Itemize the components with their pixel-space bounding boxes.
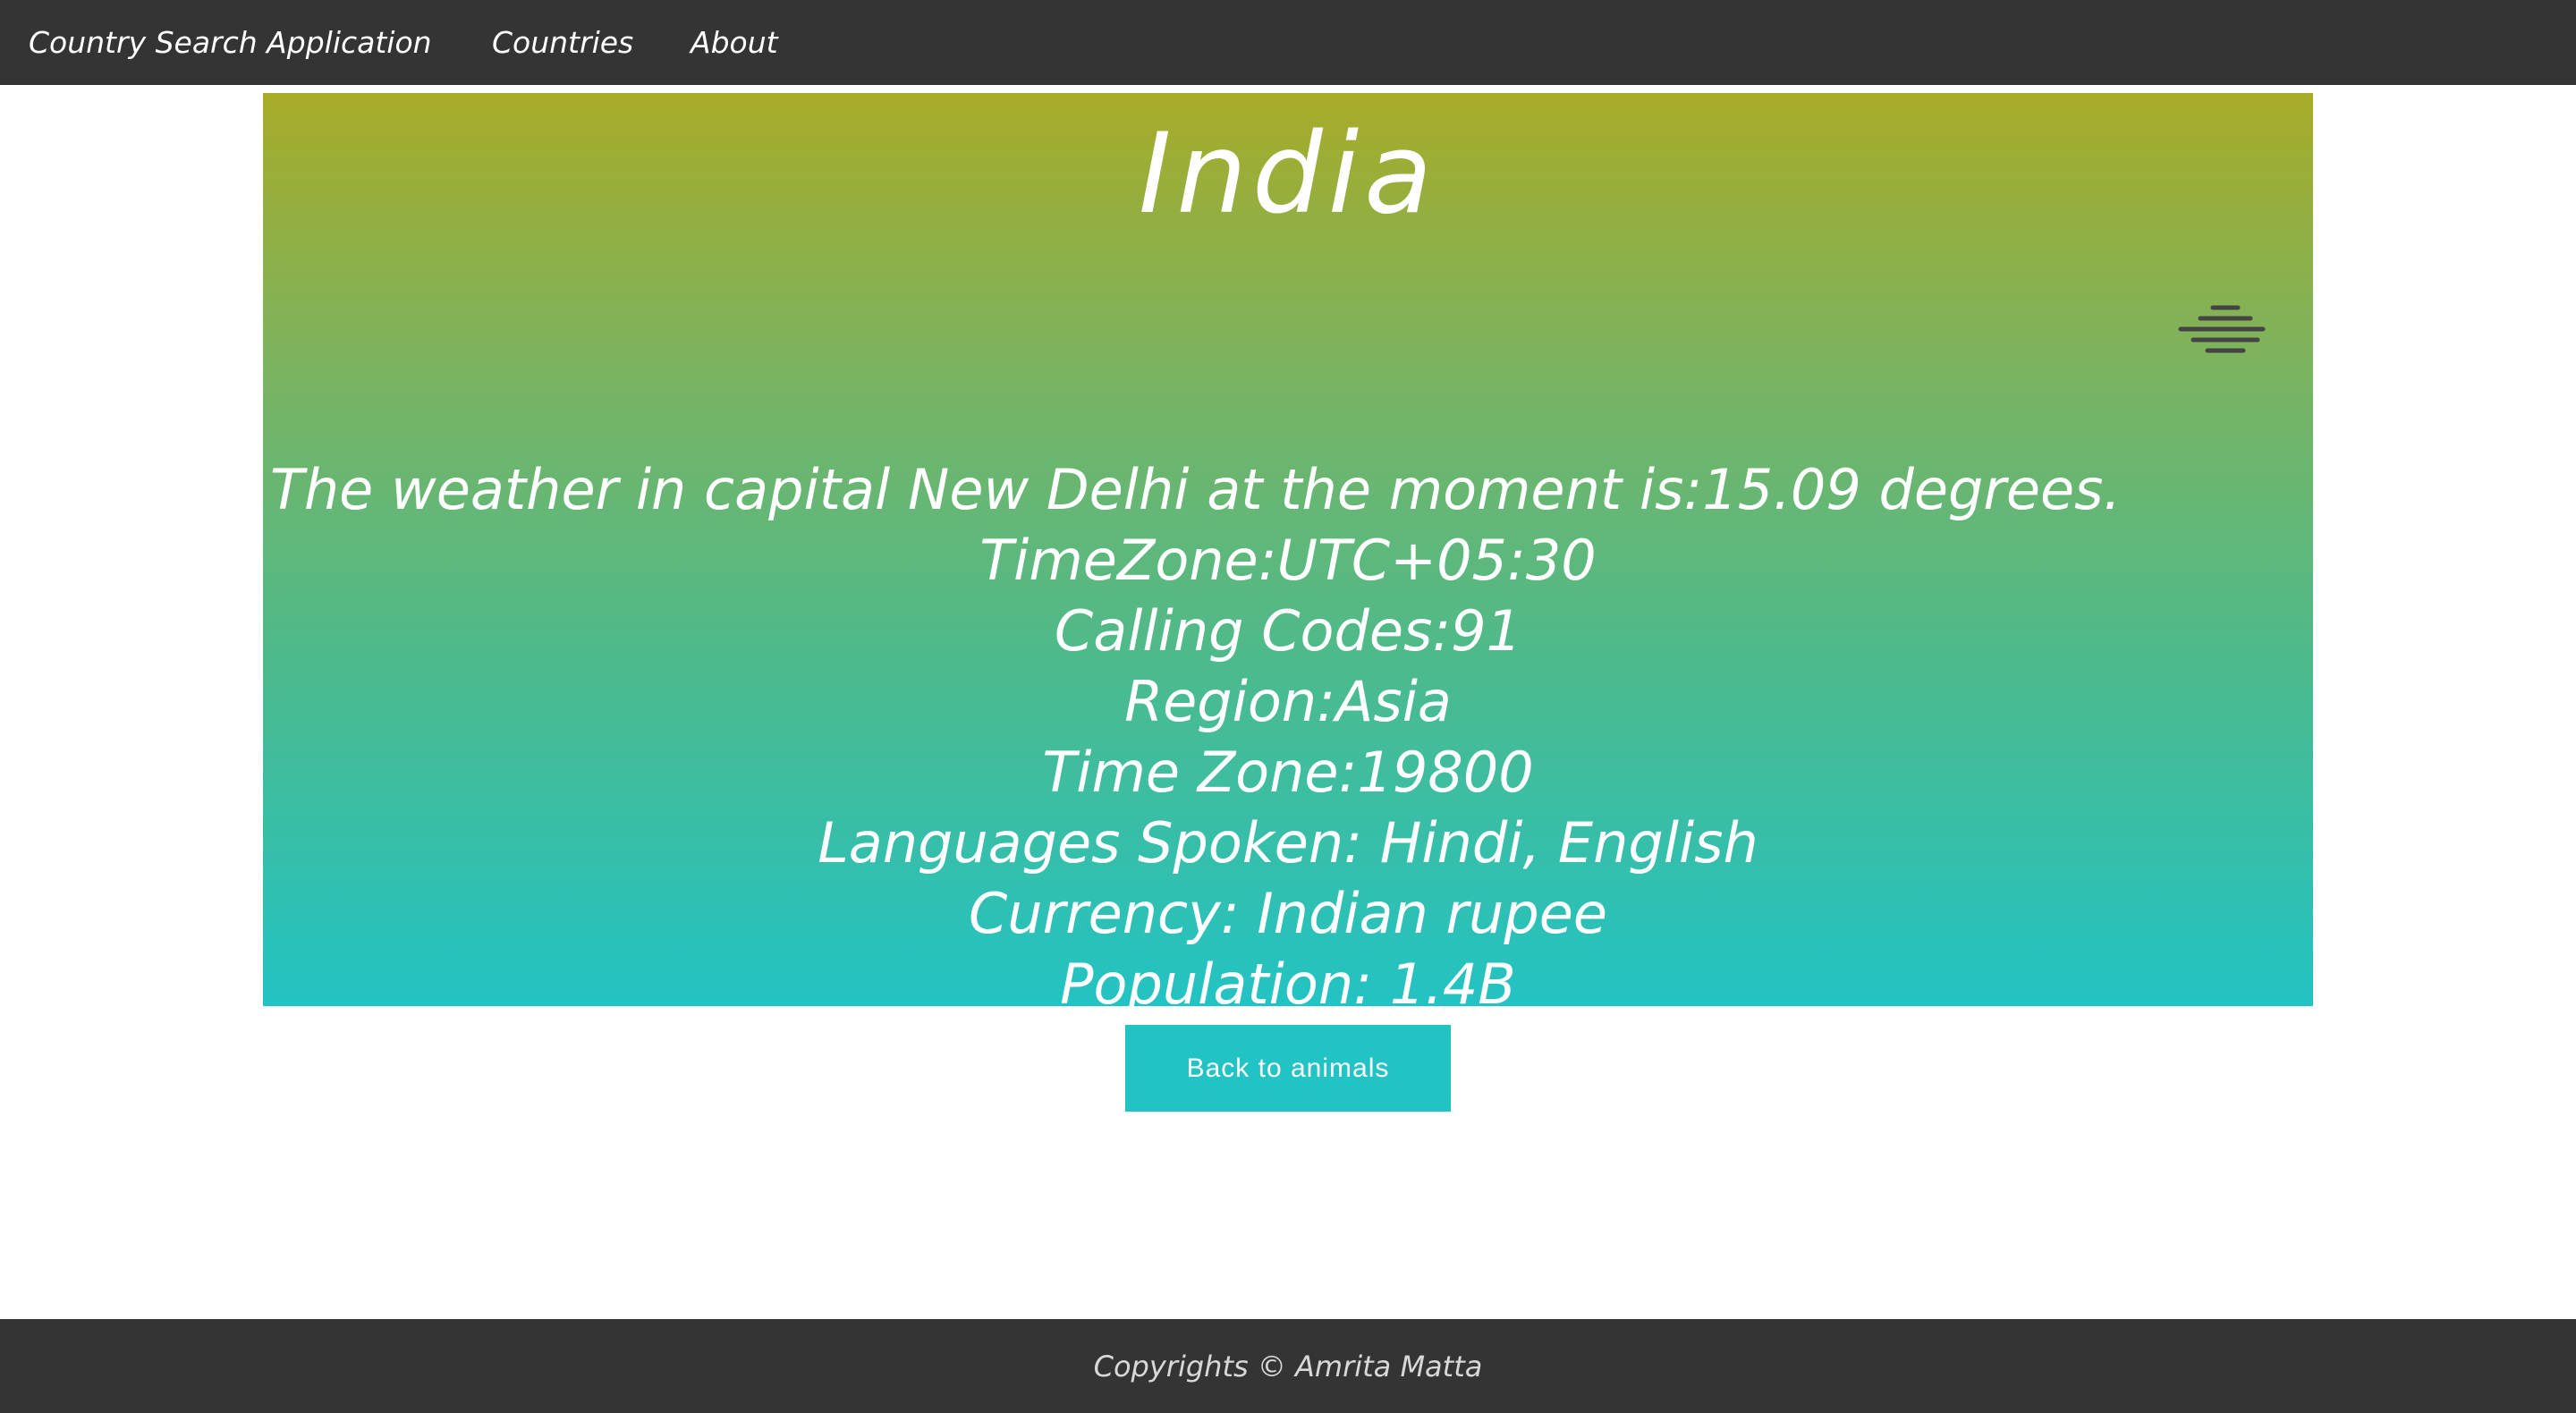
time-zone-offset-line: Time Zone:19800 <box>1042 740 1534 805</box>
weather-prefix: The weather in capital <box>270 457 908 522</box>
capital-name: New Delhi <box>907 457 1190 522</box>
currency-line: Currency: Indian rupee <box>969 881 1607 946</box>
weather-line: The weather in capital New Delhi at the … <box>263 454 2313 525</box>
nav-brand-link[interactable]: Country Search Application <box>29 25 432 60</box>
fog-icon <box>2178 305 2266 353</box>
country-detail-panel: India The weather in capital New Delhi a… <box>263 93 2313 1006</box>
footer: Copyrights © Amrita Matta <box>0 1319 2576 1413</box>
country-name: India <box>1138 110 1438 239</box>
languages-line: Languages Spoken: Hindi, English <box>818 810 1758 876</box>
population-line: Population: 1.4B <box>1060 952 1516 1006</box>
navbar: Country Search Application Countries Abo… <box>0 0 2576 85</box>
weather-suffix: at the moment is:15.09 degrees. <box>1189 457 2122 522</box>
region-line: Region:Asia <box>1124 669 1452 734</box>
nav-countries-link[interactable]: Countries <box>492 25 633 60</box>
nav-about-link[interactable]: About <box>691 25 778 60</box>
copyright-text: Copyrights © Amrita Matta <box>1093 1349 1483 1383</box>
back-button[interactable]: Back to animals <box>1125 1025 1451 1112</box>
timezone-line: TimeZone:UTC+05:30 <box>979 528 1597 593</box>
country-info: The weather in capital New Delhi at the … <box>263 454 2313 1006</box>
calling-codes-line: Calling Codes:91 <box>1054 598 1522 664</box>
